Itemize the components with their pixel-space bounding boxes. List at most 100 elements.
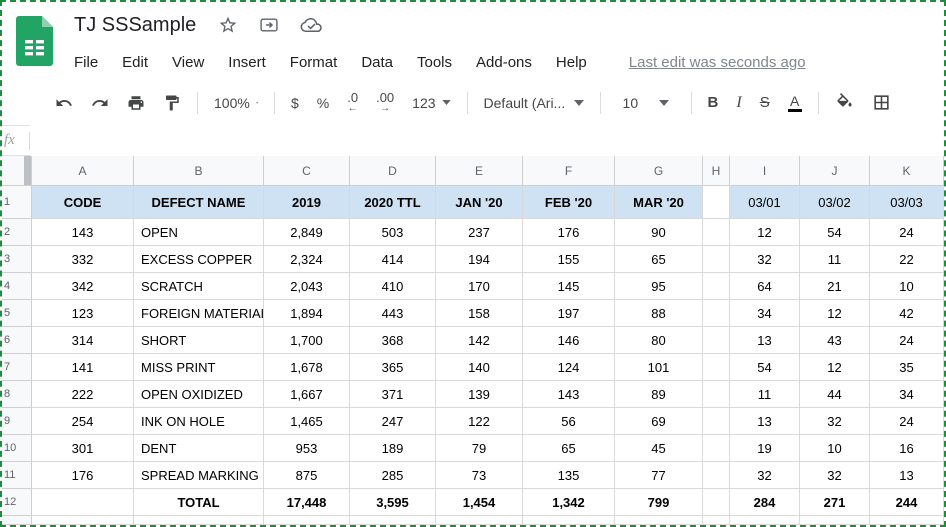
cell-I1[interactable]: 03/01 — [730, 186, 800, 219]
format-currency-button[interactable]: $ — [282, 91, 308, 115]
cell-K10[interactable]: 16 — [870, 435, 944, 462]
cell-H10[interactable] — [703, 435, 730, 462]
fill-color-button[interactable] — [826, 89, 863, 116]
cell-H4[interactable] — [703, 273, 730, 300]
cell-B-partial[interactable] — [134, 516, 264, 525]
cell-B5[interactable]: FOREIGN MATERIAL — [134, 300, 264, 327]
cell-C5[interactable]: 1,894 — [264, 300, 350, 327]
cell-G12[interactable]: 799 — [615, 489, 703, 516]
cell-J2[interactable]: 54 — [800, 219, 870, 246]
cell-J1[interactable]: 03/02 — [800, 186, 870, 219]
cell-K4[interactable]: 10 — [870, 273, 944, 300]
cell-E10[interactable]: 79 — [436, 435, 523, 462]
menu-insert[interactable]: Insert — [216, 54, 278, 71]
cell-D4[interactable]: 410 — [350, 273, 436, 300]
cell-E5[interactable]: 158 — [436, 300, 523, 327]
row-header-9[interactable]: 9 — [2, 408, 32, 435]
row-header-8[interactable]: 8 — [2, 381, 32, 408]
column-header-B[interactable]: B — [134, 156, 264, 186]
cell-E9[interactable]: 122 — [436, 408, 523, 435]
cell-B12[interactable]: TOTAL — [134, 489, 264, 516]
cell-E6[interactable]: 142 — [436, 327, 523, 354]
paint-format-button[interactable] — [154, 90, 190, 116]
cell-D8[interactable]: 371 — [350, 381, 436, 408]
cell-H2[interactable] — [703, 219, 730, 246]
cell-G5[interactable]: 88 — [615, 300, 703, 327]
text-color-button[interactable]: A — [779, 90, 811, 116]
column-header-F[interactable]: F — [523, 156, 615, 186]
cell-F9[interactable]: 56 — [523, 408, 615, 435]
cell-B7[interactable]: MISS PRINT — [134, 354, 264, 381]
cell-G6[interactable]: 80 — [615, 327, 703, 354]
cell-I6[interactable]: 13 — [730, 327, 800, 354]
row-header-3[interactable]: 3 — [2, 246, 32, 273]
folder-move-icon[interactable] — [258, 15, 280, 35]
cell-C6[interactable]: 1,700 — [264, 327, 350, 354]
cell-E3[interactable]: 194 — [436, 246, 523, 273]
cell-C4[interactable]: 2,043 — [264, 273, 350, 300]
zoom-select[interactable]: 100% — [205, 91, 267, 115]
cloud-check-icon[interactable] — [300, 16, 323, 34]
menu-addons[interactable]: Add-ons — [464, 54, 544, 71]
column-header-C[interactable]: C — [264, 156, 350, 186]
cell-F4[interactable]: 145 — [523, 273, 615, 300]
cell-A8[interactable]: 222 — [32, 381, 134, 408]
cell-J10[interactable]: 10 — [800, 435, 870, 462]
cell-D9[interactable]: 247 — [350, 408, 436, 435]
formula-input[interactable] — [30, 125, 944, 156]
cell-I4[interactable]: 64 — [730, 273, 800, 300]
cell-J11[interactable]: 32 — [800, 462, 870, 489]
cell-F2[interactable]: 176 — [523, 219, 615, 246]
cell-J8[interactable]: 44 — [800, 381, 870, 408]
cell-K7[interactable]: 35 — [870, 354, 944, 381]
cell-H7[interactable] — [703, 354, 730, 381]
cell-B8[interactable]: OPEN OXIDIZED — [134, 381, 264, 408]
font-select[interactable]: Default (Ari... — [475, 91, 593, 115]
cell-B1[interactable]: DEFECT NAME — [134, 186, 264, 219]
cell-K-partial[interactable] — [870, 516, 944, 525]
cell-F8[interactable]: 143 — [523, 381, 615, 408]
cell-I11[interactable]: 32 — [730, 462, 800, 489]
cell-E11[interactable]: 73 — [436, 462, 523, 489]
cell-D7[interactable]: 365 — [350, 354, 436, 381]
cell-D5[interactable]: 443 — [350, 300, 436, 327]
cell-K8[interactable]: 34 — [870, 381, 944, 408]
cell-C3[interactable]: 2,324 — [264, 246, 350, 273]
cell-A10[interactable]: 301 — [32, 435, 134, 462]
cell-H11[interactable] — [703, 462, 730, 489]
cell-J3[interactable]: 11 — [800, 246, 870, 273]
cell-C10[interactable]: 953 — [264, 435, 350, 462]
strikethrough-button[interactable]: S — [751, 90, 779, 115]
cell-F3[interactable]: 155 — [523, 246, 615, 273]
column-header-I[interactable]: I — [730, 156, 800, 186]
italic-button[interactable]: I — [727, 90, 750, 116]
cell-K12[interactable]: 244 — [870, 489, 944, 516]
cell-E4[interactable]: 170 — [436, 273, 523, 300]
menu-edit[interactable]: Edit — [110, 54, 160, 71]
cell-K6[interactable]: 24 — [870, 327, 944, 354]
row-header-6[interactable]: 6 — [2, 327, 32, 354]
menu-tools[interactable]: Tools — [405, 54, 464, 71]
cell-J7[interactable]: 12 — [800, 354, 870, 381]
cell-F-partial[interactable] — [523, 516, 615, 525]
cell-J5[interactable]: 12 — [800, 300, 870, 327]
document-title[interactable]: TJ SSSample — [74, 14, 196, 37]
cell-A12[interactable] — [32, 489, 134, 516]
borders-button[interactable] — [863, 89, 900, 116]
cell-E1[interactable]: JAN '20 — [436, 186, 523, 219]
cell-D10[interactable]: 189 — [350, 435, 436, 462]
cell-F7[interactable]: 124 — [523, 354, 615, 381]
cell-D12[interactable]: 3,595 — [350, 489, 436, 516]
cell-F5[interactable]: 197 — [523, 300, 615, 327]
cell-A5[interactable]: 123 — [32, 300, 134, 327]
cell-A9[interactable]: 254 — [32, 408, 134, 435]
cell-A1[interactable]: CODE — [32, 186, 134, 219]
menu-help[interactable]: Help — [544, 54, 599, 71]
cell-A-partial[interactable] — [32, 516, 134, 525]
column-header-J[interactable]: J — [800, 156, 870, 186]
cell-I2[interactable]: 12 — [730, 219, 800, 246]
cell-H9[interactable] — [703, 408, 730, 435]
column-header-D[interactable]: D — [350, 156, 436, 186]
cell-I8[interactable]: 11 — [730, 381, 800, 408]
cell-I7[interactable]: 54 — [730, 354, 800, 381]
